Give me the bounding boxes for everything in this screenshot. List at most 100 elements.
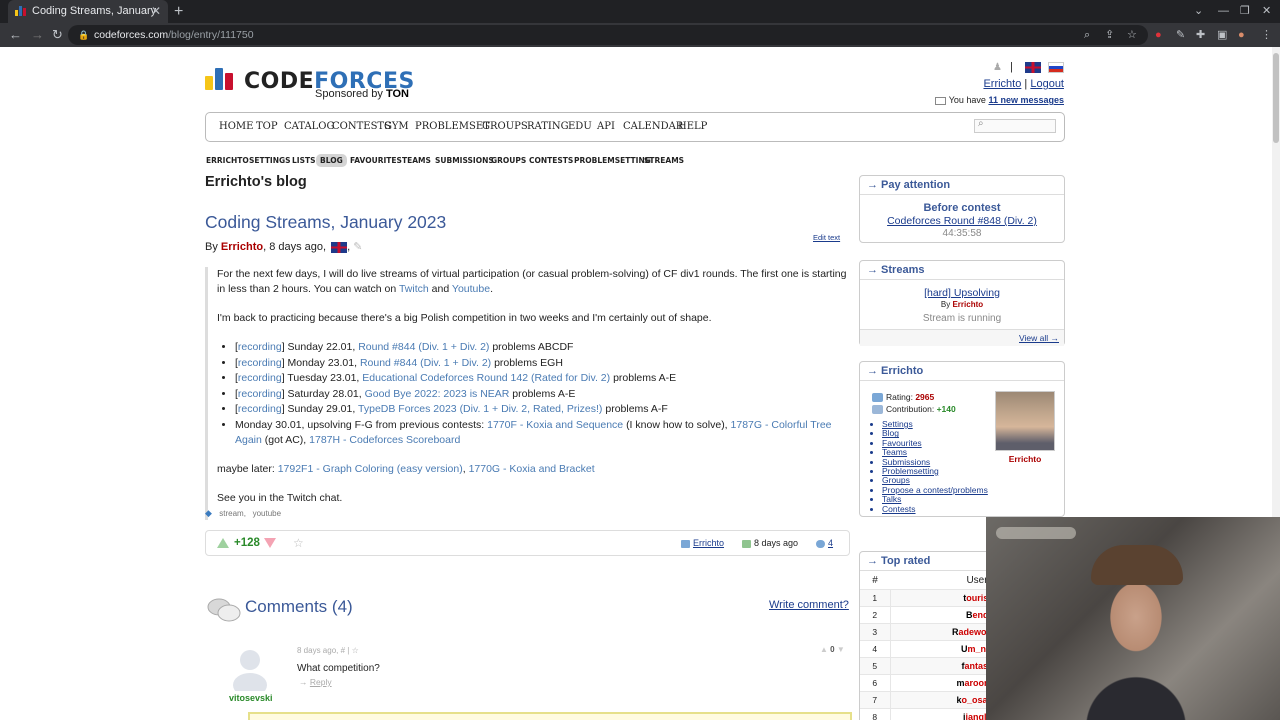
profile-contribution: Contribution: +140 xyxy=(872,404,956,415)
contest-link[interactable]: Educational Codeforces Round 142 (Rated … xyxy=(362,372,610,384)
recording-link[interactable]: recording xyxy=(238,388,282,400)
forward-icon[interactable]: → xyxy=(31,23,44,47)
header-user-link[interactable]: Errichto xyxy=(983,78,1021,90)
menu-groups[interactable]: GROUPS xyxy=(482,121,528,132)
contest-link[interactable]: TypeDB Forces 2023 (Div. 1 + Div. 2, Rat… xyxy=(358,403,602,415)
russian-flag-icon[interactable] xyxy=(1048,61,1064,73)
streams-footer: View all → xyxy=(860,329,1064,346)
menu-calendar[interactable]: CALENDAR xyxy=(623,121,683,132)
paperclip-icon[interactable]: ✎ xyxy=(353,241,362,253)
problem-link-1770f[interactable]: 1770F - Koxia and Sequence xyxy=(487,419,623,431)
new-tab-button[interactable]: + xyxy=(174,0,183,23)
profile-avatar-icon[interactable]: ● xyxy=(1238,23,1245,47)
menu-edu[interactable]: EDU xyxy=(568,121,592,132)
comment-downvote-icon[interactable]: ▼ xyxy=(837,645,845,654)
byline-author-link[interactable]: Errichto xyxy=(221,241,263,253)
menu-home[interactable]: HOME xyxy=(219,121,253,132)
footer-comments-link[interactable]: 4 xyxy=(816,538,833,548)
downvote-arrow-icon[interactable] xyxy=(264,538,276,548)
problem-link-1787h[interactable]: 1787H - Codeforces Scoreboard xyxy=(309,434,460,446)
entry-title[interactable]: Coding Streams, January 2023 xyxy=(205,212,446,233)
zoom-icon[interactable]: ⌕ xyxy=(1084,23,1090,47)
logout-link[interactable]: Logout xyxy=(1030,78,1064,90)
new-messages-link[interactable]: 11 new messages xyxy=(988,95,1064,105)
menu-help[interactable]: HELP xyxy=(678,121,707,132)
extension-icon[interactable]: ✎ xyxy=(1176,23,1185,47)
problem-link-1770g[interactable]: 1770G - Koxia and Bracket xyxy=(469,463,595,475)
close-window-icon[interactable]: ✕ xyxy=(1262,0,1271,23)
submenu-blog[interactable]: BLOG xyxy=(316,154,347,167)
youtube-link[interactable]: Youtube xyxy=(452,283,490,295)
footer-author-link[interactable]: Errichto xyxy=(681,538,724,548)
submenu-lists[interactable]: LISTS xyxy=(292,156,316,165)
reload-icon[interactable]: ↻ xyxy=(52,23,63,47)
english-flag-icon[interactable] xyxy=(1024,61,1041,73)
share-icon[interactable]: ⇪ xyxy=(1105,23,1114,47)
recording-link[interactable]: recording xyxy=(238,372,282,384)
favourite-star-icon[interactable]: ☆ xyxy=(293,536,304,550)
footer-comments-count: 4 xyxy=(828,538,834,548)
upvote-arrow-icon[interactable] xyxy=(217,538,229,548)
tab-search-icon[interactable]: ⌄ xyxy=(1194,0,1203,23)
submenu-favourites[interactable]: FAVOURITES xyxy=(350,156,402,165)
submenu-teams[interactable]: TEAMS xyxy=(402,156,431,165)
submenu-submissions[interactable]: SUBMISSIONS xyxy=(435,156,494,165)
menu-rating[interactable]: RATING xyxy=(527,121,569,132)
scrollbar-thumb[interactable] xyxy=(1273,53,1279,143)
problem-link-1792f1[interactable]: 1792F1 - Graph Coloring (easy version) xyxy=(278,463,463,475)
view-all-streams-link[interactable]: View all → xyxy=(1019,333,1059,343)
practice-paragraph: I'm back to practicing because there's a… xyxy=(217,312,712,324)
commenter-name[interactable]: vitosevski xyxy=(229,693,273,703)
back-icon[interactable]: ← xyxy=(9,23,22,47)
extension-record-icon[interactable]: ● xyxy=(1155,23,1162,47)
tag-youtube[interactable]: youtube xyxy=(253,509,281,518)
submenu-problemsetting[interactable]: PROBLEMSETTING xyxy=(574,156,651,165)
recording-link[interactable]: recording xyxy=(238,357,282,369)
bookmark-star-icon[interactable]: ☆ xyxy=(1127,23,1137,47)
twitch-link[interactable]: Twitch xyxy=(399,283,429,295)
reply-link[interactable]: Reply xyxy=(310,677,332,687)
commenter-avatar[interactable] xyxy=(230,643,270,691)
profile-link-contests[interactable]: Contests xyxy=(882,504,988,514)
submenu-groups[interactable]: GROUPS xyxy=(491,156,526,165)
recording-link[interactable]: recording xyxy=(238,403,282,415)
sidepanel-icon[interactable]: ▣ xyxy=(1217,23,1227,47)
profile-name-link[interactable]: Errichto xyxy=(995,454,1055,464)
recording-link[interactable]: recording xyxy=(238,341,282,353)
minimize-icon[interactable]: — xyxy=(1218,0,1229,23)
write-comment-link[interactable]: Write comment? xyxy=(769,599,849,611)
upcoming-contest-link[interactable]: Codeforces Round #848 (Div. 2) xyxy=(860,215,1064,227)
contest-link[interactable]: Round #844 (Div. 1 + Div. 2) xyxy=(360,357,491,369)
menu-gym[interactable]: GYM xyxy=(384,121,409,132)
browser-tab[interactable]: Coding Streams, January xyxy=(8,0,168,23)
menu-top[interactable]: TOP xyxy=(256,121,278,132)
footer-date: 8 days ago xyxy=(742,538,798,548)
submenu-contests[interactable]: CONTESTS xyxy=(529,156,573,165)
comment-upvote-icon[interactable]: ▲ xyxy=(820,645,828,654)
logo-bars-icon xyxy=(205,68,235,90)
submenu-streams[interactable]: STREAMS xyxy=(644,156,684,165)
profile-photo[interactable] xyxy=(995,391,1055,451)
menu-kebab-icon[interactable]: ⋮ xyxy=(1261,23,1272,47)
menu-api[interactable]: API xyxy=(597,121,615,132)
stream-author[interactable]: Errichto xyxy=(952,300,983,309)
tag-stream[interactable]: stream xyxy=(219,509,243,518)
item-date: Sunday 22.01, xyxy=(287,341,356,353)
url-field[interactable]: 🔒 codeforces.com/blog/entry/111750 xyxy=(68,25,1148,45)
menu-catalog[interactable]: CATALOG xyxy=(284,121,335,132)
comment-star-icon[interactable]: ☆ xyxy=(352,646,359,655)
extensions-puzzle-icon[interactable]: ✚ xyxy=(1196,23,1205,47)
edit-text-link[interactable]: Edit text xyxy=(813,233,840,242)
lang-separator: | xyxy=(1010,61,1013,73)
stream-title-link[interactable]: [hard] Upsolving xyxy=(860,287,1064,299)
submenu-settings[interactable]: SETTINGS xyxy=(249,156,291,165)
submenu-errichto[interactable]: ERRICHTO xyxy=(206,156,249,165)
menu-contests[interactable]: CONTESTS xyxy=(332,121,391,132)
contest-link[interactable]: Good Bye 2022: 2023 is NEAR xyxy=(365,388,510,400)
contest-link[interactable]: Round #844 (Div. 1 + Div. 2) xyxy=(358,341,489,353)
tab-close-icon[interactable]: ✕ xyxy=(151,0,161,23)
user-silhouette-icon[interactable]: ♟ xyxy=(993,62,1002,73)
search-input[interactable]: ⌕ xyxy=(974,118,1056,133)
menu-problemset[interactable]: PROBLEMSET xyxy=(415,121,490,132)
maximize-icon[interactable]: ❐ xyxy=(1240,0,1250,23)
